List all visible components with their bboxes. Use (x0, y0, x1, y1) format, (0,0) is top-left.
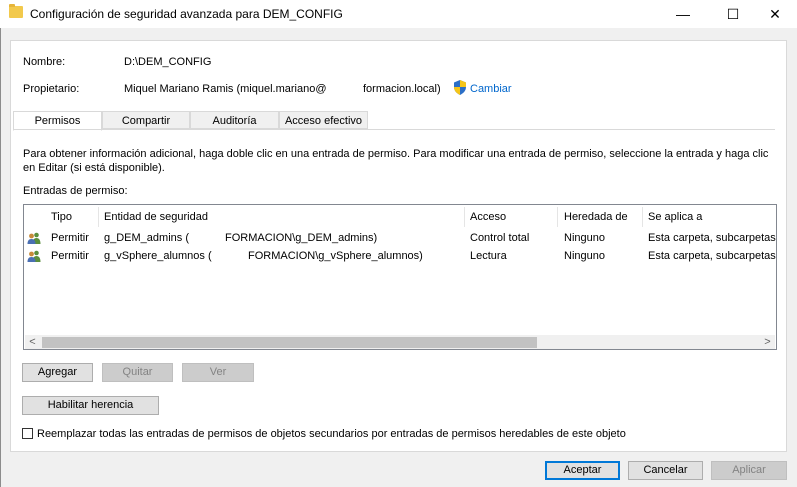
row-applies: Esta carpeta, subcarpetas y (648, 250, 777, 262)
name-value: D:\DEM_CONFIG (124, 56, 212, 68)
column-header-acceso[interactable]: Acceso (470, 211, 506, 225)
row-inherited: Ninguno (564, 232, 605, 244)
tab-underline (13, 129, 775, 130)
maximize-button[interactable]: ☐ (710, 0, 756, 28)
scroll-thumb[interactable] (42, 337, 537, 348)
cancel-button[interactable]: Cancelar (628, 461, 703, 480)
title-bar: Configuración de seguridad avanzada para… (0, 0, 797, 28)
permission-entries-list[interactable]: Tipo Entidad de seguridad Acceso Heredad… (23, 204, 777, 350)
row-principal-domain: FORMACION\g_DEM_admins) (225, 232, 378, 244)
ok-button[interactable]: Aceptar (545, 461, 620, 480)
entries-label: Entradas de permiso: (23, 185, 128, 197)
row-principal-domain: FORMACION\g_vSphere_alumnos) (248, 250, 423, 262)
window-border (0, 28, 1, 487)
table-row[interactable]: Permitir g_vSphere_alumnos ( FORMACION\g… (24, 248, 776, 265)
column-separator (642, 207, 643, 227)
users-icon (27, 250, 41, 262)
tab-acceso-efectivo[interactable]: Acceso efectivo (279, 111, 368, 129)
tab-permisos[interactable]: Permisos (13, 111, 102, 131)
row-type: Permitir (51, 250, 89, 262)
change-owner-link[interactable]: Cambiar (470, 83, 512, 95)
name-label: Nombre: (23, 56, 66, 68)
scroll-right-icon[interactable]: > (760, 336, 775, 349)
replace-permissions-label: Reemplazar todas las entradas de permiso… (37, 428, 626, 440)
description-text: Para obtener información adicional, haga… (23, 148, 769, 174)
minimize-button[interactable]: — (660, 0, 706, 28)
scroll-left-icon[interactable]: < (25, 336, 40, 349)
column-separator (557, 207, 558, 227)
horizontal-scrollbar[interactable]: < > (25, 335, 775, 349)
row-applies: Esta carpeta, subcarpetas y (648, 232, 777, 244)
users-icon (27, 232, 41, 244)
table-row[interactable]: Permitir g_DEM_admins ( FORMACION\g_DEM_… (24, 230, 776, 247)
replace-permissions-checkbox[interactable] (22, 428, 33, 439)
apply-button[interactable]: Aplicar (711, 461, 787, 480)
column-header-aplica[interactable]: Se aplica a (648, 211, 702, 225)
row-inherited: Ninguno (564, 250, 605, 262)
owner-domain: formacion.local) (363, 83, 441, 95)
column-header-heredada[interactable]: Heredada de (564, 211, 628, 225)
row-principal: g_DEM_admins ( (104, 232, 189, 244)
folder-icon (9, 4, 23, 18)
view-button[interactable]: Ver (182, 363, 254, 382)
remove-button[interactable]: Quitar (102, 363, 173, 382)
uac-shield-icon (454, 80, 466, 95)
column-header-entidad[interactable]: Entidad de seguridad (104, 211, 208, 225)
row-access: Lectura (470, 250, 507, 262)
row-principal: g_vSphere_alumnos ( (104, 250, 212, 262)
add-button[interactable]: Agregar (22, 363, 93, 382)
close-button[interactable]: ✕ (752, 0, 797, 28)
column-separator (464, 207, 465, 227)
owner-value: Miquel Mariano Ramis (miquel.mariano@ (124, 83, 327, 95)
window-title: Configuración de seguridad avanzada para… (30, 7, 343, 21)
enable-inheritance-button[interactable]: Habilitar herencia (22, 396, 159, 415)
row-access: Control total (470, 232, 530, 244)
tab-auditoria[interactable]: Auditoría (190, 111, 279, 129)
tab-compartir[interactable]: Compartir (102, 111, 190, 129)
column-header-tipo[interactable]: Tipo (51, 211, 72, 225)
owner-label: Propietario: (23, 83, 80, 95)
column-separator (98, 207, 99, 227)
row-type: Permitir (51, 232, 89, 244)
